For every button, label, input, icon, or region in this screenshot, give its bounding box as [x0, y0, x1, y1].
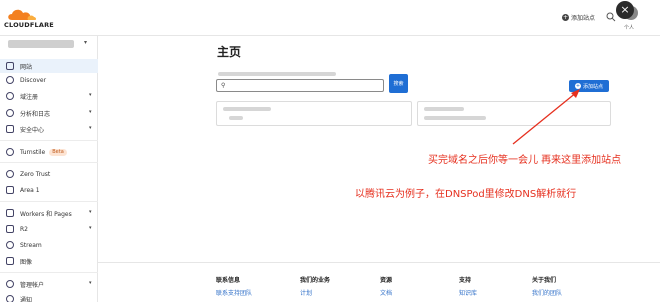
sidebar-item-label: Workers 和 Pages — [20, 210, 72, 218]
redacted-text — [229, 116, 243, 120]
sidebar-item-workers[interactable]: Workers 和 Pages ▾ — [0, 206, 98, 220]
search-button[interactable]: 搜索 — [389, 74, 408, 93]
turnstile-icon — [6, 148, 14, 156]
sidebar-item-label: 安全中心 — [20, 126, 45, 134]
sidebar-item-manage-account[interactable]: 管理帐户 ▾ — [0, 277, 98, 291]
sidebar-item-label: 网站 — [20, 63, 33, 71]
sidebar-item-label: Stream — [20, 241, 42, 249]
sidebar-item-label: 分析和日志 — [20, 110, 51, 118]
footer-heading: 我们的业务 — [300, 277, 331, 284]
cloud-icon — [8, 9, 37, 20]
sidebar-item-analytics[interactable]: 分析和日志 ▾ — [0, 106, 98, 120]
sidebar-item-websites[interactable]: 网站 — [0, 59, 98, 73]
redacted-text — [424, 107, 464, 111]
workers-icon — [6, 209, 14, 217]
footer-heading: 资源 — [380, 277, 393, 284]
chevron-down-icon: ▾ — [89, 109, 92, 115]
sidebar-divider — [0, 140, 98, 141]
sidebar-item-label: 图像 — [20, 258, 33, 266]
sidebar-item-zero-trust[interactable]: Zero Trust — [0, 167, 98, 181]
search-icon[interactable] — [606, 12, 616, 22]
user-label: 个人 — [624, 25, 635, 31]
website-icon — [6, 62, 14, 70]
sidebar-item-label: 管理帐户 — [20, 281, 45, 289]
discover-icon — [6, 76, 14, 84]
r2-icon — [6, 225, 14, 233]
cloudflare-logo[interactable]: CLOUDFLARE — [4, 6, 54, 30]
sidebar-item-label: Turnstile — [20, 148, 46, 156]
sidebar-item-turnstile[interactable]: Turnstile Beta — [0, 145, 98, 159]
redacted-text — [424, 116, 486, 120]
sidebar-item-r2[interactable]: R2 ▾ — [0, 222, 98, 236]
sidebar-item-label: Area 1 — [20, 186, 40, 194]
sidebar-item-area1[interactable]: Area 1 — [0, 183, 98, 197]
chevron-down-icon: ▾ — [89, 225, 92, 231]
footer-heading: 关于我们 — [532, 277, 557, 284]
sidebar-item-discover[interactable]: Discover — [0, 73, 98, 87]
footer-link[interactable]: 知识库 — [459, 288, 477, 297]
sidebar-item-label: R2 — [20, 225, 28, 233]
plus-icon: + — [562, 14, 569, 21]
area1-icon — [6, 186, 14, 194]
chevron-down-icon[interactable]: ▾ — [84, 39, 87, 46]
page-title: 主页 — [217, 45, 242, 59]
search-icon: ⚲ — [221, 82, 226, 89]
add-site-button-label: 添加站点 — [582, 83, 603, 90]
footer-column-contact: 联系信息 联系支持团队 — [216, 275, 252, 297]
sidebar-item-label: Discover — [20, 76, 47, 84]
footer-column-support: 支持 知识库 — [459, 275, 477, 297]
sidebar-item-security[interactable]: 安全中心 ▾ — [0, 122, 98, 136]
footer-link[interactable]: 联系支持团队 — [216, 288, 252, 297]
footer-column-resources: 资源 文档 — [380, 275, 392, 297]
footer-heading: 支持 — [459, 277, 472, 284]
sidebar-item-label: 域注册 — [20, 93, 39, 101]
account-selector[interactable] — [8, 40, 74, 48]
sidebar-item-label: Zero Trust — [20, 170, 51, 178]
add-site-label: 添加站点 — [571, 15, 596, 22]
images-icon — [6, 257, 14, 265]
sidebar-item-label: 通知 — [20, 296, 33, 302]
security-icon — [6, 125, 14, 133]
sidebar-item-images[interactable]: 图像 — [0, 254, 98, 268]
add-site-link[interactable]: + 添加站点 — [562, 13, 595, 22]
domain-registration-icon — [6, 92, 14, 100]
sidebar-divider — [0, 272, 98, 273]
annotation-note-dnspod: 以腾讯云为例子，在DNSPod里修改DNS解析就行 — [355, 189, 577, 200]
sidebar-divider — [0, 201, 98, 202]
redacted-text — [223, 107, 271, 111]
top-bar: CLOUDFLARE + 添加站点 个人 × — [0, 0, 660, 36]
stream-icon — [6, 241, 14, 249]
close-button[interactable]: × — [616, 1, 634, 19]
footer-link[interactable]: 文档 — [380, 288, 392, 297]
sidebar-item-stream[interactable]: Stream — [0, 238, 98, 252]
sidebar-divider — [0, 162, 98, 163]
redacted-text — [218, 72, 336, 76]
search-input[interactable] — [229, 81, 379, 90]
footer-column-about: 关于我们 我们的团队 — [532, 275, 562, 297]
footer-column-business: 我们的业务 计划 — [300, 275, 330, 297]
search-field[interactable]: ⚲ — [216, 79, 384, 92]
sidebar-item-notifications[interactable]: 通知 — [0, 292, 98, 302]
site-card[interactable] — [216, 101, 412, 126]
chevron-down-icon: ▾ — [89, 92, 92, 98]
manage-account-icon — [6, 280, 14, 288]
sidebar-item-domain-registration[interactable]: 域注册 ▾ — [0, 89, 98, 103]
beta-badge: Beta — [49, 148, 67, 156]
notifications-icon — [6, 295, 14, 302]
zero-trust-icon — [6, 170, 14, 178]
logo-text: CLOUDFLARE — [4, 21, 54, 29]
chevron-down-icon: ▾ — [89, 280, 92, 286]
chevron-down-icon: ▾ — [89, 209, 92, 215]
annotation-note-add-site: 买完域名之后你等一会儿 再来这里添加站点 — [428, 155, 622, 166]
footer-heading: 联系信息 — [216, 277, 241, 284]
footer-link[interactable]: 计划 — [300, 288, 330, 297]
footer-link[interactable]: 我们的团队 — [532, 288, 562, 297]
chevron-down-icon: ▾ — [89, 125, 92, 131]
analytics-icon — [6, 109, 14, 117]
annotation-arrow — [512, 89, 580, 145]
footer — [98, 262, 660, 302]
